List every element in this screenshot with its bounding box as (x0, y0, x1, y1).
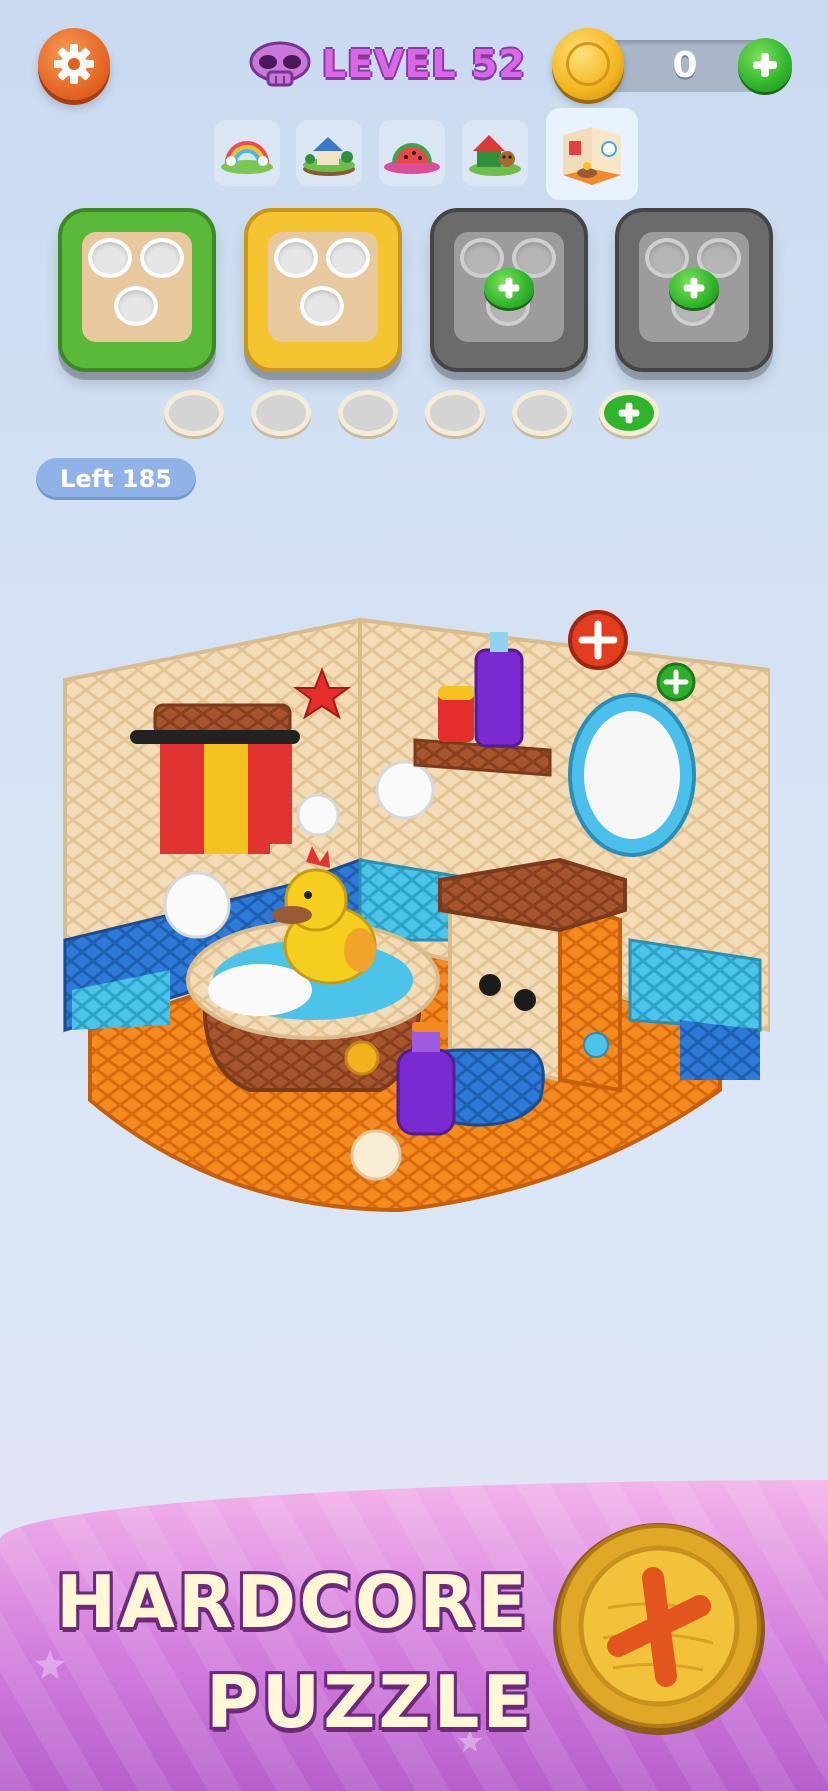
basket-tray (82, 232, 192, 342)
knitted-bathroom-scene[interactable] (60, 610, 770, 1330)
yarn-ball-white[interactable] (296, 793, 340, 837)
skull-icon (249, 41, 311, 87)
watermelon-island-icon (384, 143, 440, 174)
green-button[interactable] (656, 662, 696, 702)
gear-icon (54, 44, 94, 84)
spool-basket-locked-2[interactable] (615, 208, 773, 372)
coin-icon (552, 28, 624, 100)
red-button[interactable] (568, 610, 628, 670)
plus-icon (618, 402, 640, 424)
rainbow-island-icon (221, 141, 273, 174)
yarn-ball-white[interactable] (375, 760, 435, 820)
yarn-ball-cream[interactable] (350, 1129, 402, 1181)
holding-slot (338, 390, 398, 436)
wooden-button-logo (553, 1523, 765, 1735)
spool-slot (88, 238, 132, 278)
spool-basket-green[interactable] (58, 208, 216, 372)
basket-tray (454, 232, 564, 342)
holding-slot (512, 390, 572, 436)
banner-title-line2: PUZZLE (206, 1660, 535, 1744)
spool-slot (300, 286, 344, 326)
add-coins-button[interactable] (738, 38, 792, 92)
level-thumb-rainbow[interactable] (214, 120, 280, 186)
bathroom-room-icon (563, 127, 621, 185)
spool-basket-locked-1[interactable] (430, 208, 588, 372)
spool-slot (140, 238, 184, 278)
doghouse-island-icon (469, 135, 521, 176)
unlock-basket-button[interactable] (484, 268, 534, 308)
yarn-ball-white[interactable] (163, 871, 231, 939)
plus-icon (498, 277, 520, 299)
round-mirror[interactable] (568, 693, 696, 857)
level-thumb-watermelon[interactable] (379, 120, 445, 186)
level-label: LEVEL 52 (322, 42, 526, 86)
holding-slot (164, 390, 224, 436)
spool-slot (326, 238, 370, 278)
add-slot-button[interactable] (599, 390, 659, 436)
house-island-icon (303, 137, 355, 176)
holding-slot (425, 390, 485, 436)
unlock-basket-button[interactable] (669, 268, 719, 308)
spool-slot (274, 238, 318, 278)
level-thumb-house[interactable] (296, 120, 362, 186)
holding-slot (251, 390, 311, 436)
level-thumb-bathroom[interactable] (546, 108, 638, 200)
settings-button[interactable] (38, 28, 110, 100)
plus-icon (753, 53, 777, 77)
basket-tray (268, 232, 378, 342)
remaining-counter: Left 185 (36, 458, 196, 500)
banner-title-line1: HARDCORE (56, 1560, 530, 1644)
spool-basket-yellow[interactable] (244, 208, 402, 372)
spool-slot (114, 286, 158, 326)
level-thumb-doghouse[interactable] (462, 120, 528, 186)
basket-tray (639, 232, 749, 342)
plus-icon (683, 277, 705, 299)
level-indicator: LEVEL 52 (248, 34, 526, 94)
